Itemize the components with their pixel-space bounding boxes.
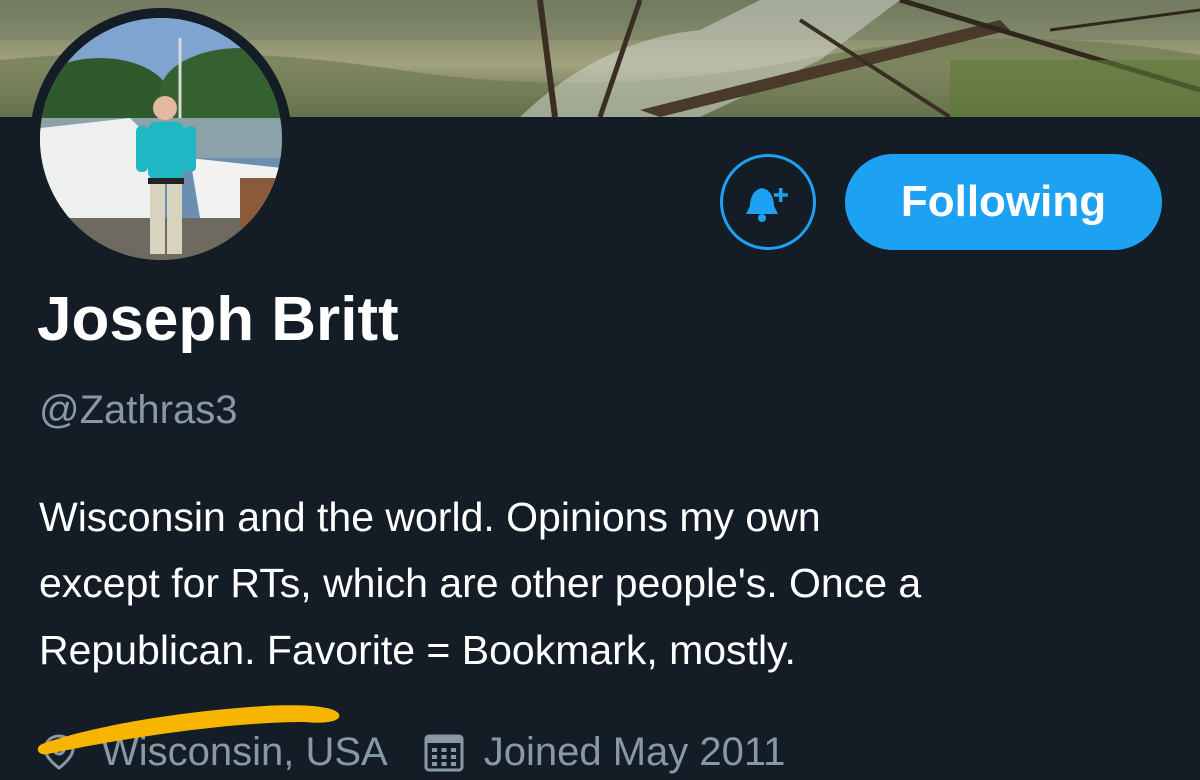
bio-line: Wisconsin and the world. Opinions my own <box>39 494 821 540</box>
calendar-icon <box>424 734 464 772</box>
user-handle: @Zathras3 <box>39 388 238 432</box>
bio-line: Republican. Favorite = Bookmark, mostly. <box>39 626 796 673</box>
bell-plus-icon <box>746 188 788 222</box>
following-button-label: Following <box>900 177 1107 226</box>
display-name: Joseph Britt <box>37 285 399 354</box>
following-button[interactable]: Following <box>845 154 1162 250</box>
notifications-toggle-button[interactable] <box>720 154 816 250</box>
avatar[interactable] <box>30 8 292 270</box>
highlighter-redaction-mark <box>37 705 340 755</box>
bio-line: except for RTs, which are other people's… <box>39 560 922 607</box>
profile-joined-date: Joined May 2011 <box>483 729 786 774</box>
avatar-photo <box>40 18 282 260</box>
profile-bio: Wisconsin and the world. Opinions my own… <box>39 484 1179 683</box>
